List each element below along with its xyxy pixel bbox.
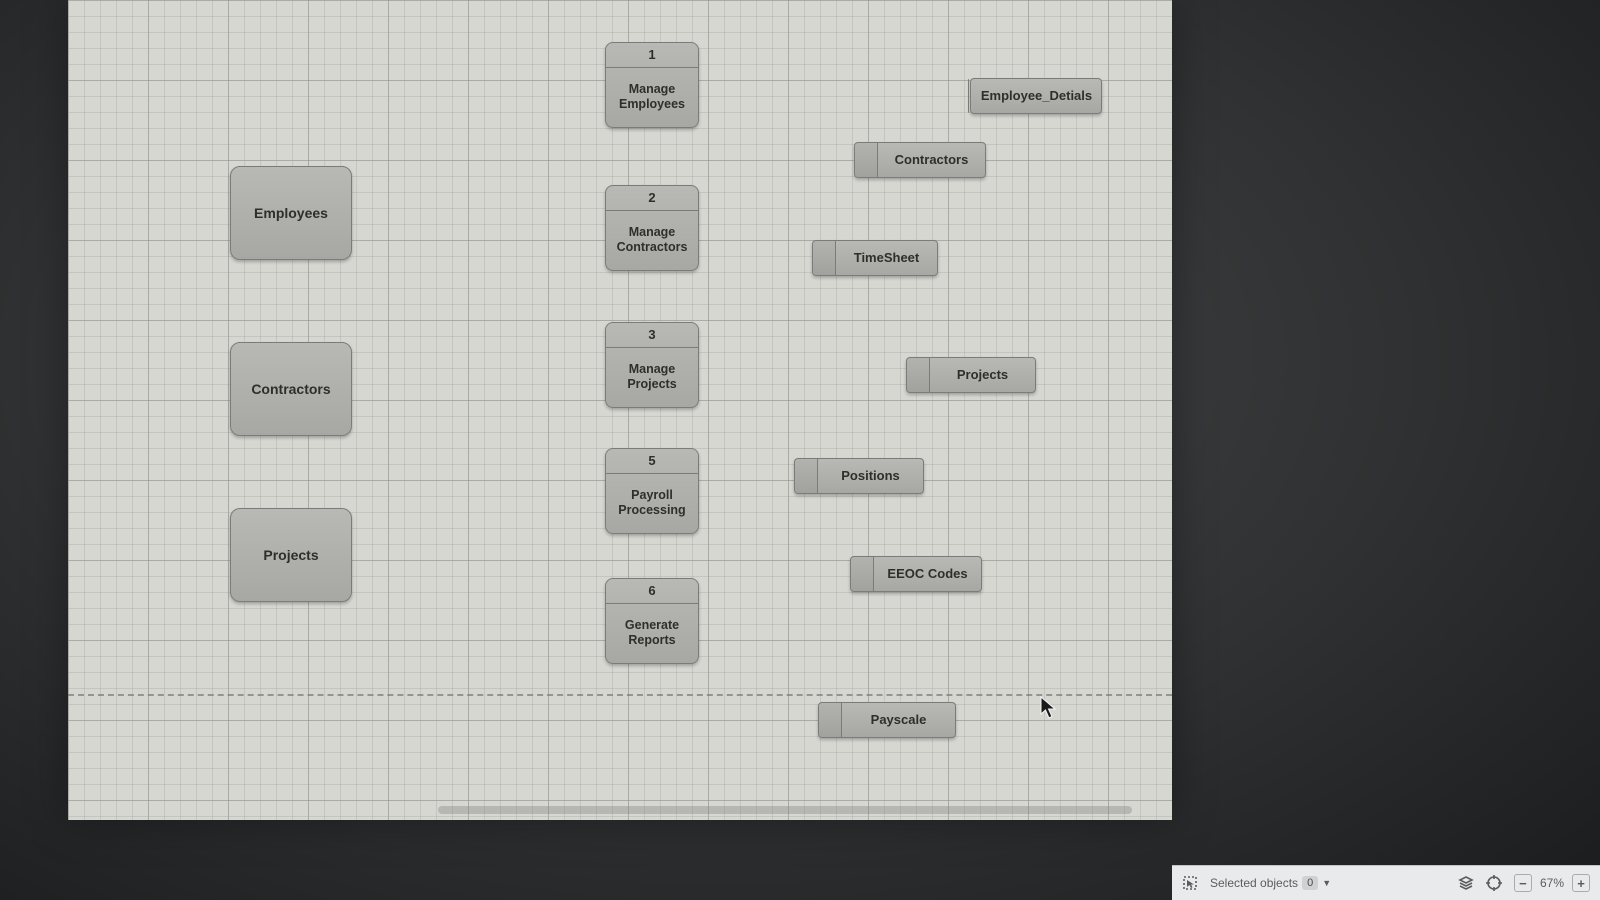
cursor-icon <box>1040 696 1058 720</box>
usecase-number: 5 <box>606 449 698 474</box>
actor-contractors[interactable]: Contractors <box>230 342 352 436</box>
entity-projects[interactable]: Projects <box>906 357 1036 393</box>
usecase-manage-contractors[interactable]: 2 Manage Contractors <box>605 185 699 271</box>
zoom-in-button[interactable]: + <box>1572 874 1590 892</box>
selected-objects-count: 0 <box>1302 876 1318 890</box>
entity-handle <box>851 557 874 591</box>
actor-label: Employees <box>254 205 328 222</box>
entity-eeoc-codes[interactable]: EEOC Codes <box>850 556 982 592</box>
usecase-name: Manage Employees <box>606 68 698 127</box>
entity-label: Projects <box>930 367 1035 383</box>
layers-icon[interactable] <box>1458 875 1474 891</box>
entity-label: TimeSheet <box>836 250 937 266</box>
entity-employee-details[interactable]: Employee_Detials <box>970 78 1102 114</box>
zoom-controls: − 67% + <box>1514 874 1590 892</box>
usecase-name: Payroll Processing <box>606 474 698 533</box>
usecase-name: Manage Projects <box>606 348 698 407</box>
zoom-percentage: 67% <box>1540 876 1564 890</box>
entity-handle <box>819 703 842 737</box>
usecase-name: Generate Reports <box>606 604 698 663</box>
page-break-line <box>68 694 1172 696</box>
selected-objects-indicator[interactable]: Selected objects 0 ▼ <box>1210 876 1331 890</box>
chevron-down-icon: ▼ <box>1322 878 1331 888</box>
entity-label: EEOC Codes <box>874 566 981 582</box>
usecase-number: 6 <box>606 579 698 604</box>
zoom-out-button[interactable]: − <box>1514 874 1532 892</box>
entity-handle <box>907 358 930 392</box>
entity-label: Contractors <box>878 152 985 168</box>
entity-handle <box>813 241 836 275</box>
usecase-number: 2 <box>606 186 698 211</box>
entity-payscale[interactable]: Payscale <box>818 702 956 738</box>
entity-handle <box>855 143 878 177</box>
usecase-generate-reports[interactable]: 6 Generate Reports <box>605 578 699 664</box>
entity-label: Employee_Detials <box>969 88 1104 104</box>
actor-label: Projects <box>263 547 318 564</box>
target-icon[interactable] <box>1486 875 1502 891</box>
entity-label: Payscale <box>842 712 955 728</box>
selection-icon <box>1182 875 1198 891</box>
status-bar: Selected objects 0 ▼ − 67% + <box>1172 865 1600 900</box>
actor-employees[interactable]: Employees <box>230 166 352 260</box>
usecase-manage-projects[interactable]: 3 Manage Projects <box>605 322 699 408</box>
usecase-number: 1 <box>606 43 698 68</box>
entity-handle <box>795 459 818 493</box>
usecase-payroll-processing[interactable]: 5 Payroll Processing <box>605 448 699 534</box>
horizontal-scrollbar[interactable] <box>438 806 1132 814</box>
entity-contractors[interactable]: Contractors <box>854 142 986 178</box>
actor-label: Contractors <box>251 381 330 398</box>
entity-label: Positions <box>818 468 923 484</box>
selected-objects-label: Selected objects <box>1210 876 1298 890</box>
diagram-canvas[interactable]: Employees Contractors Projects 1 Manage … <box>68 0 1172 820</box>
entity-timesheet[interactable]: TimeSheet <box>812 240 938 276</box>
usecase-number: 3 <box>606 323 698 348</box>
actor-projects[interactable]: Projects <box>230 508 352 602</box>
screen-backdrop: Employees Contractors Projects 1 Manage … <box>0 0 1600 900</box>
entity-positions[interactable]: Positions <box>794 458 924 494</box>
usecase-manage-employees[interactable]: 1 Manage Employees <box>605 42 699 128</box>
usecase-name: Manage Contractors <box>606 211 698 270</box>
